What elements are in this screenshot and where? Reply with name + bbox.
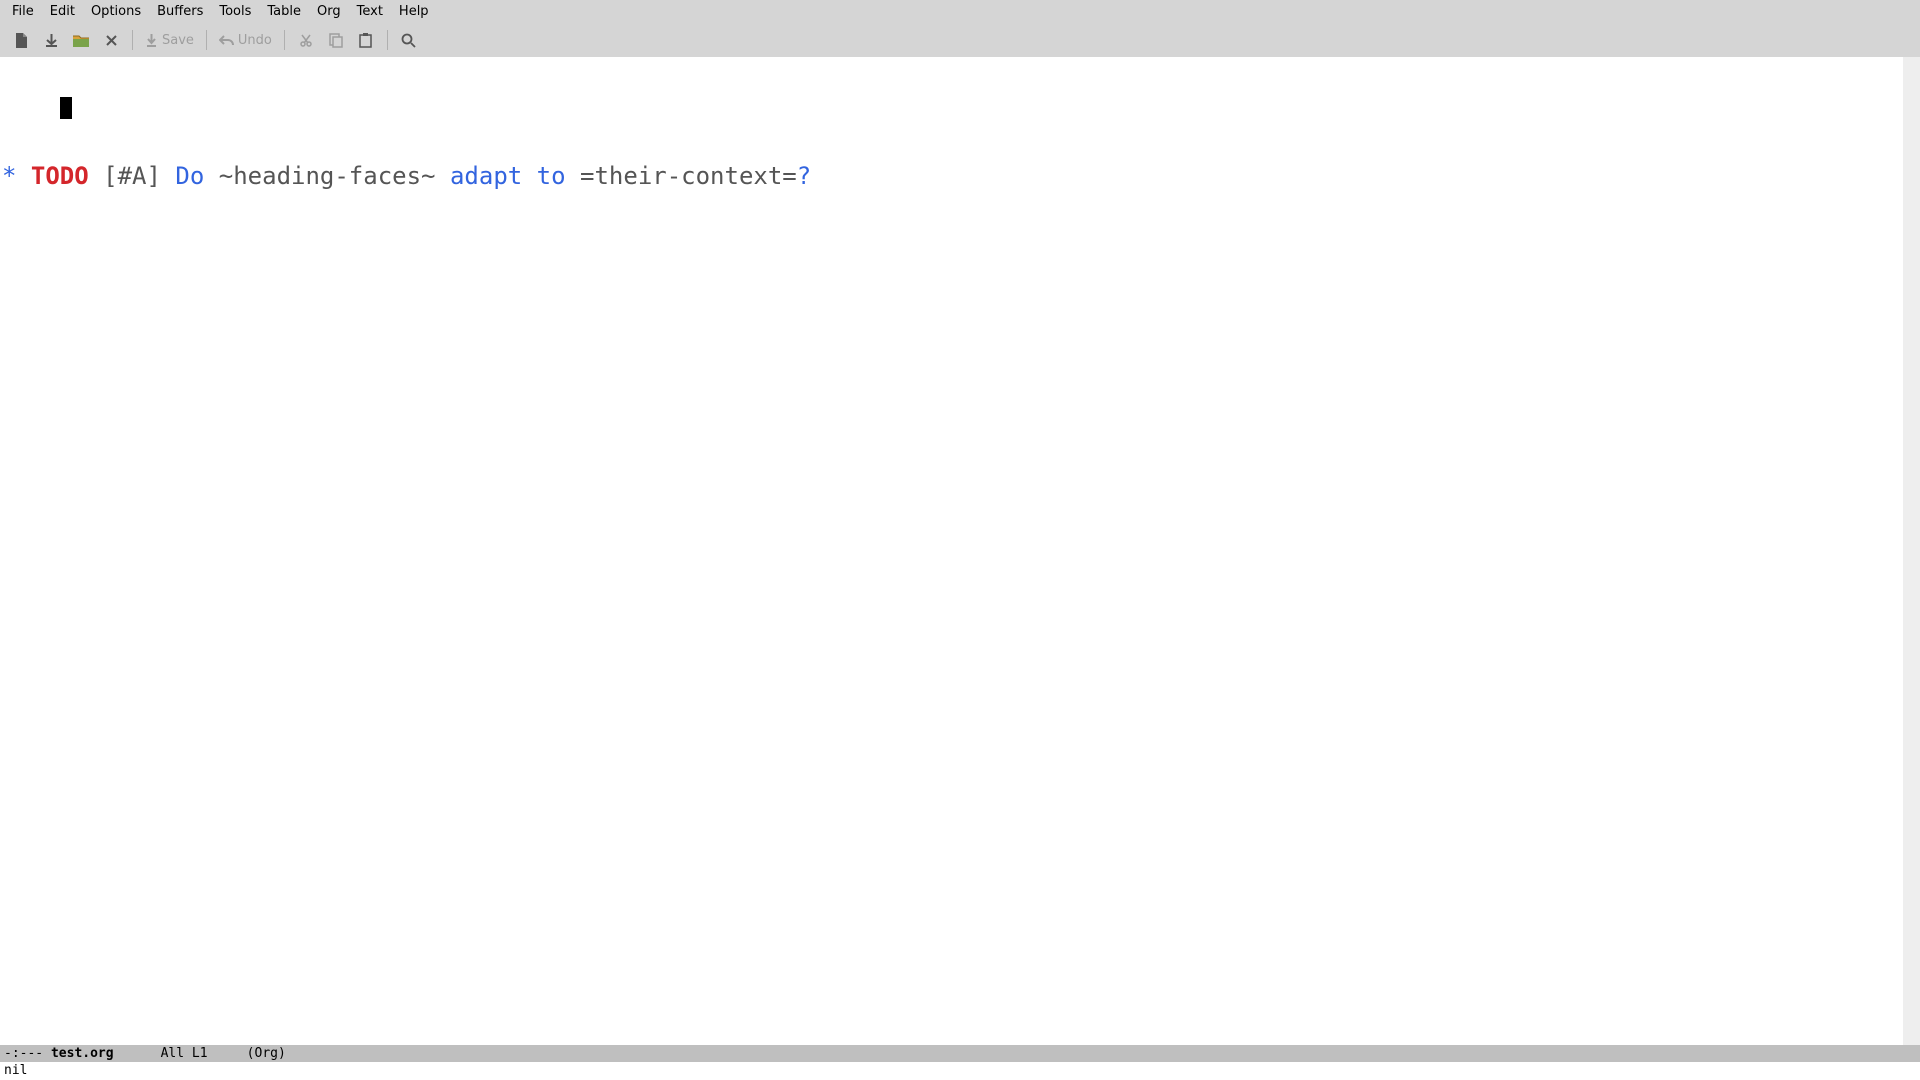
org-code-span: ~heading-faces~ <box>219 162 436 190</box>
paste-button[interactable] <box>351 27 381 53</box>
menu-tools[interactable]: Tools <box>211 2 259 21</box>
undo-button[interactable]: Undo <box>213 27 278 53</box>
modeline-gap <box>208 1046 247 1061</box>
new-file-icon <box>14 32 29 49</box>
close-buffer-button[interactable] <box>96 27 126 53</box>
folder-icon <box>72 33 90 48</box>
org-heading-text <box>436 162 450 190</box>
buffer-content[interactable]: * TODO [#A] Do ~heading-faces~ adapt to … <box>0 57 1903 1045</box>
close-icon <box>105 34 118 47</box>
copy-icon <box>329 33 343 48</box>
cut-icon <box>299 33 313 47</box>
org-heading-line: * TODO [#A] Do ~heading-faces~ adapt to … <box>2 160 1901 192</box>
modeline-major-mode: (Org) <box>247 1046 286 1061</box>
open-icon <box>44 32 59 49</box>
save-label: Save <box>162 33 194 48</box>
org-todo-keyword: TODO <box>31 162 89 190</box>
copy-button[interactable] <box>321 27 351 53</box>
org-heading-text: Do <box>175 162 218 190</box>
toolbar-separator <box>387 30 388 50</box>
scrollbar[interactable] <box>1903 57 1920 1045</box>
org-heading-text <box>566 162 580 190</box>
modeline-buffer-name: test.org <box>51 1046 114 1061</box>
open-file-button[interactable] <box>36 27 66 53</box>
org-priority: [#A] <box>103 162 161 190</box>
menu-options[interactable]: Options <box>83 2 149 21</box>
undo-icon <box>219 34 234 47</box>
modeline-modified: -:--- <box>4 1046 51 1061</box>
modeline-position: All L1 <box>161 1046 208 1061</box>
dired-button[interactable] <box>66 27 96 53</box>
save-icon <box>145 33 158 48</box>
modeline-gap <box>114 1046 161 1061</box>
menu-buffers[interactable]: Buffers <box>149 2 211 21</box>
search-icon <box>401 33 416 48</box>
menu-text[interactable]: Text <box>349 2 391 21</box>
menu-org[interactable]: Org <box>309 2 349 21</box>
text-cursor <box>60 97 72 119</box>
new-file-button[interactable] <box>6 27 36 53</box>
org-heading-text: ? <box>797 162 811 190</box>
save-button[interactable]: Save <box>139 27 200 53</box>
undo-label: Undo <box>238 33 272 48</box>
menu-table[interactable]: Table <box>259 2 309 21</box>
toolbar-separator <box>206 30 207 50</box>
editor-area: * TODO [#A] Do ~heading-faces~ adapt to … <box>0 57 1920 1045</box>
menu-edit[interactable]: Edit <box>42 2 83 21</box>
toolbar-separator <box>132 30 133 50</box>
cut-button[interactable] <box>291 27 321 53</box>
search-button[interactable] <box>394 27 424 53</box>
menu-bar: File Edit Options Buffers Tools Table Or… <box>0 0 1920 23</box>
echo-text: nil <box>4 1063 27 1078</box>
menu-file[interactable]: File <box>4 2 42 21</box>
menu-help[interactable]: Help <box>391 2 437 21</box>
org-heading-text: adapt to <box>450 162 566 190</box>
org-verbatim-span: =their-context= <box>580 162 797 190</box>
paste-icon <box>359 33 372 48</box>
org-heading-star: * <box>2 162 16 190</box>
toolbar: Save Undo <box>0 23 1920 57</box>
echo-area[interactable]: nil <box>0 1062 1920 1080</box>
toolbar-separator <box>284 30 285 50</box>
mode-line[interactable]: -:--- test.org All L1 (Org) <box>0 1045 1920 1062</box>
